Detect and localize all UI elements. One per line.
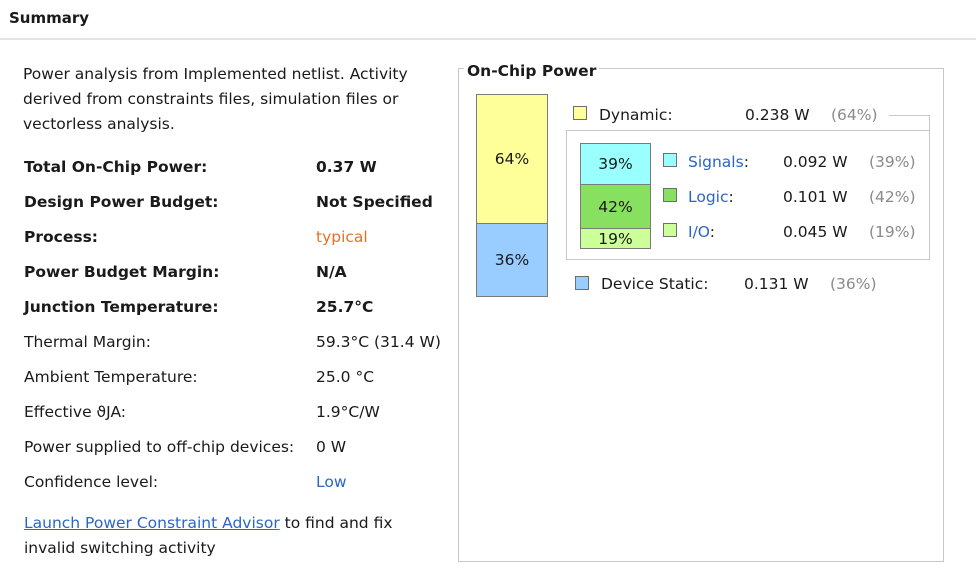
logic-value: 0.101 W: [783, 188, 848, 206]
process-value-link[interactable]: typical: [316, 228, 368, 246]
io-bar-segment: 19%: [580, 228, 651, 249]
logic-colon: :: [728, 188, 734, 206]
effective-theta-ja-row: Effective ϑJA: 1.9°C/W: [24, 403, 454, 427]
signals-value: 0.092 W: [783, 153, 848, 171]
dynamic-value: 0.238 W: [745, 106, 810, 124]
io-bar-label: 19%: [598, 229, 633, 248]
logic-bar-label: 42%: [598, 197, 633, 216]
signals-bar-segment: 39%: [580, 143, 651, 185]
confidence-level-link[interactable]: Low: [316, 473, 347, 491]
process-row: Process: typical: [24, 228, 454, 252]
logic-link[interactable]: Logic: [688, 188, 729, 206]
static-bar-label: 36%: [494, 251, 530, 269]
junction-temperature-row: Junction Temperature: 25.7°C: [24, 298, 454, 322]
logic-percent: (42%): [869, 188, 916, 206]
dynamic-bar-segment: 64%: [476, 94, 548, 224]
static-swatch: [575, 276, 589, 290]
io-swatch: [663, 223, 677, 237]
breakdown-top-line: [566, 130, 930, 131]
signals-legend[interactable]: Signals:: [688, 153, 749, 171]
logic-swatch: [663, 188, 677, 202]
dynamic-label: Dynamic:: [599, 106, 673, 124]
row-value: 59.3°C (31.4 W): [316, 333, 441, 351]
total-on-chip-power-row: Total On-Chip Power: 0.37 W: [24, 158, 454, 182]
row-value: N/A: [316, 263, 347, 281]
row-label: Confidence level:: [24, 473, 159, 491]
row-value: 1.9°C/W: [316, 403, 380, 421]
static-label: Device Static:: [601, 275, 709, 293]
thermal-margin-row: Thermal Margin: 59.3°C (31.4 W): [24, 333, 454, 357]
confidence-level-row: Confidence level: Low: [24, 473, 454, 497]
io-percent: (19%): [869, 223, 916, 241]
row-value: 0 W: [316, 438, 347, 456]
signals-bar-label: 39%: [598, 155, 633, 173]
advisor-note: Launch Power Constraint Advisor to find …: [24, 511, 444, 561]
signals-colon: :: [743, 153, 749, 171]
off-chip-power-row: Power supplied to off-chip devices: 0 W: [24, 438, 454, 462]
row-label: Process:: [24, 228, 99, 246]
row-label: Ambient Temperature:: [24, 368, 198, 386]
io-value: 0.045 W: [783, 223, 848, 241]
power-budget-margin-row: Power Budget Margin: N/A: [24, 263, 454, 287]
dynamic-bracket: [889, 115, 930, 131]
io-link[interactable]: I/O: [688, 223, 710, 241]
static-value: 0.131 W: [744, 275, 809, 293]
signals-link[interactable]: Signals: [688, 153, 744, 171]
logic-legend[interactable]: Logic:: [688, 188, 734, 206]
signals-swatch: [663, 153, 677, 167]
summary-header: Summary: [0, 0, 976, 40]
dynamic-percent: (64%): [831, 106, 878, 124]
io-legend[interactable]: I/O:: [688, 223, 715, 241]
row-value: 25.0 °C: [316, 368, 375, 386]
row-value: 0.37 W: [316, 158, 377, 176]
launch-advisor-link[interactable]: Launch Power Constraint Advisor: [24, 514, 280, 532]
on-chip-power-title: On-Chip Power: [464, 62, 600, 80]
io-colon: :: [709, 223, 715, 241]
row-label: Junction Temperature:: [24, 298, 219, 316]
analysis-description: Power analysis from Implemented netlist.…: [23, 65, 408, 133]
row-value: Not Specified: [316, 193, 433, 211]
row-label: Power Budget Margin:: [24, 263, 220, 281]
design-power-budget-row: Design Power Budget: Not Specified: [24, 193, 454, 217]
row-label: Thermal Margin:: [24, 333, 151, 351]
row-label: Design Power Budget:: [24, 193, 219, 211]
logic-bar-segment: 42%: [580, 184, 651, 229]
row-label: Total On-Chip Power:: [24, 158, 208, 176]
dynamic-swatch: [573, 106, 587, 120]
ambient-temperature-row: Ambient Temperature: 25.0 °C: [24, 368, 454, 392]
row-value: 25.7°C: [316, 298, 374, 316]
dynamic-bar-label: 64%: [494, 150, 530, 168]
static-percent: (36%): [830, 275, 877, 293]
row-label: Power supplied to off-chip devices:: [24, 438, 295, 456]
signals-percent: (39%): [869, 153, 916, 171]
static-bar-segment: 36%: [476, 223, 548, 297]
section-title: Summary: [9, 9, 90, 27]
row-label: Effective ϑJA:: [24, 403, 126, 421]
